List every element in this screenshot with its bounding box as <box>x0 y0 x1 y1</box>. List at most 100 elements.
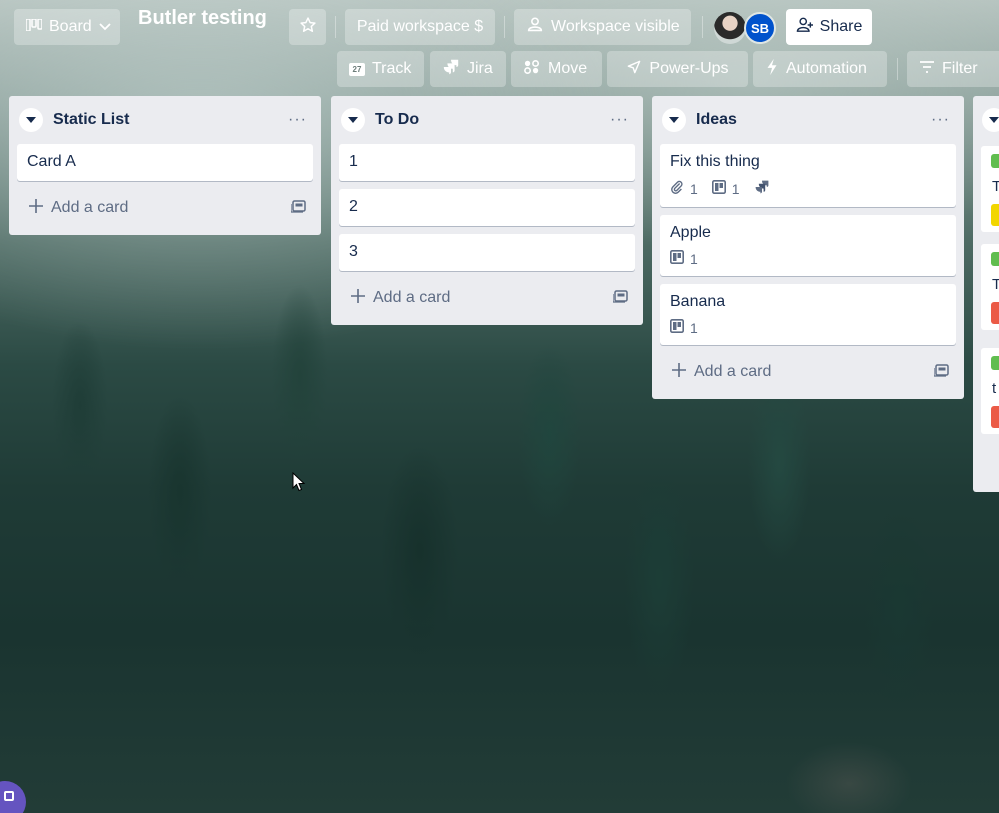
automation-button[interactable]: Automation <box>753 51 887 87</box>
card-title: Fix this thing <box>670 153 760 170</box>
add-person-icon <box>796 17 814 38</box>
add-card-label: Add a card <box>373 289 451 306</box>
workspace-button[interactable]: Paid workspace $ <box>345 9 495 45</box>
visibility-icon <box>526 16 544 39</box>
plus-icon <box>672 362 686 382</box>
card[interactable]: t <box>981 348 999 434</box>
filter-icon <box>919 60 935 79</box>
list-title[interactable]: Ideas <box>696 111 921 129</box>
list-menu-button[interactable]: ··· <box>610 111 635 129</box>
card-title: Apple <box>670 224 711 241</box>
list-title[interactable]: Static List <box>53 111 278 129</box>
add-card-label: Add a card <box>51 199 129 216</box>
card-title: 3 <box>349 243 358 260</box>
list-menu-button[interactable]: ··· <box>288 111 313 129</box>
member-avatar-photo[interactable] <box>714 12 746 44</box>
list-menu-button[interactable]: ··· <box>931 111 956 129</box>
card[interactable]: Apple 1 <box>660 215 956 276</box>
collapse-list-button[interactable] <box>341 108 365 132</box>
move-icon <box>523 59 541 80</box>
header-divider <box>702 16 703 38</box>
add-card-button[interactable]: Add a card <box>660 353 956 391</box>
board-title[interactable]: Butler testing <box>138 7 267 30</box>
member-avatar-sb[interactable]: SB <box>744 12 776 44</box>
card[interactable]: T <box>981 244 999 330</box>
card-title: 1 <box>349 153 358 170</box>
power-ups-button[interactable]: Power-Ups <box>607 51 748 87</box>
move-label: Move <box>548 60 588 77</box>
collapse-list-button[interactable] <box>19 108 43 132</box>
move-button[interactable]: Move <box>511 51 602 87</box>
list-static-list[interactable]: Static List ··· Card A Add a card <box>9 96 321 235</box>
automation-label: Automation <box>786 60 867 77</box>
view-switcher-label: Board <box>49 18 92 35</box>
collapse-list-button[interactable] <box>982 108 999 132</box>
track-button[interactable]: 27 Track <box>337 51 424 87</box>
track-label: Track <box>372 60 412 77</box>
filter-button[interactable]: Filter <box>907 51 999 87</box>
paperclip-icon <box>670 180 684 197</box>
card[interactable]: Card A <box>17 144 313 181</box>
list-to-do[interactable]: To Do ··· 1 2 3 Add a card <box>331 96 643 325</box>
card-title: 2 <box>349 198 358 215</box>
checklist-count: 1 <box>690 250 698 267</box>
mouse-cursor-icon <box>292 471 306 497</box>
board-card-icon <box>711 180 726 197</box>
card[interactable]: 2 <box>339 189 635 226</box>
card-title: Banana <box>670 293 726 310</box>
card[interactable]: Fix this thing 1 1 <box>660 144 956 207</box>
card[interactable]: Banana 1 <box>660 284 956 345</box>
list-header: To Do ··· <box>339 96 635 144</box>
card-title: t <box>992 380 997 397</box>
card[interactable]: 3 <box>339 234 635 271</box>
rocket-icon <box>626 59 642 80</box>
card-template-icon[interactable] <box>290 199 307 218</box>
card-template-icon[interactable] <box>933 363 950 382</box>
sticker-red <box>991 406 999 428</box>
checklist-badge: 1 <box>670 319 698 336</box>
visibility-label: Workspace visible <box>551 18 680 35</box>
power-ups-label: Power-Ups <box>649 60 729 77</box>
visibility-button[interactable]: Workspace visible <box>514 9 691 45</box>
jira-label: Jira <box>467 60 493 77</box>
attachment-count: 1 <box>690 180 698 197</box>
header-divider <box>504 16 505 38</box>
add-card-button[interactable]: Add a card <box>17 189 313 227</box>
card[interactable]: T <box>981 146 999 232</box>
add-card-button[interactable]: Add a card <box>339 279 635 317</box>
checklist-badge: 1 <box>670 250 698 267</box>
list-header: Static List ··· <box>17 96 313 144</box>
workspace-label: Paid workspace $ <box>356 18 484 35</box>
checklist-badge: 1 <box>711 180 740 197</box>
card-title: T <box>992 178 999 195</box>
plus-icon <box>29 198 43 218</box>
view-switcher-button[interactable]: Board <box>14 9 120 45</box>
header-divider <box>335 16 336 38</box>
share-button[interactable]: Share <box>786 9 872 45</box>
list-partial[interactable]: T T t <box>973 96 999 492</box>
jira-button[interactable]: Jira <box>430 51 506 87</box>
list-ideas[interactable]: Ideas ··· Fix this thing 1 1 Apple 1 Ban… <box>652 96 964 399</box>
star-button[interactable] <box>289 9 326 45</box>
board-card-icon <box>670 319 684 336</box>
collapse-list-button[interactable] <box>662 108 686 132</box>
add-card-label: Add a card <box>694 363 772 380</box>
label-green <box>991 154 999 168</box>
jira-icon <box>754 179 770 198</box>
share-label: Share <box>819 18 863 35</box>
checklist-count: 1 <box>690 319 698 336</box>
card-template-icon[interactable] <box>612 289 629 308</box>
card-badges: 1 <box>670 319 946 336</box>
checklist-count: 1 <box>731 180 740 197</box>
card-badges: 1 <box>670 250 946 267</box>
help-chat-button[interactable] <box>0 781 26 813</box>
card[interactable]: 1 <box>339 144 635 181</box>
list-header: Ideas ··· <box>660 96 956 144</box>
toolbar-divider <box>897 58 898 80</box>
list-title[interactable]: To Do <box>375 111 600 129</box>
board-card-icon <box>670 250 684 267</box>
plus-icon <box>351 288 365 308</box>
member-initials: SB <box>750 20 770 36</box>
jira-icon <box>442 58 460 81</box>
chat-icon <box>4 791 14 801</box>
